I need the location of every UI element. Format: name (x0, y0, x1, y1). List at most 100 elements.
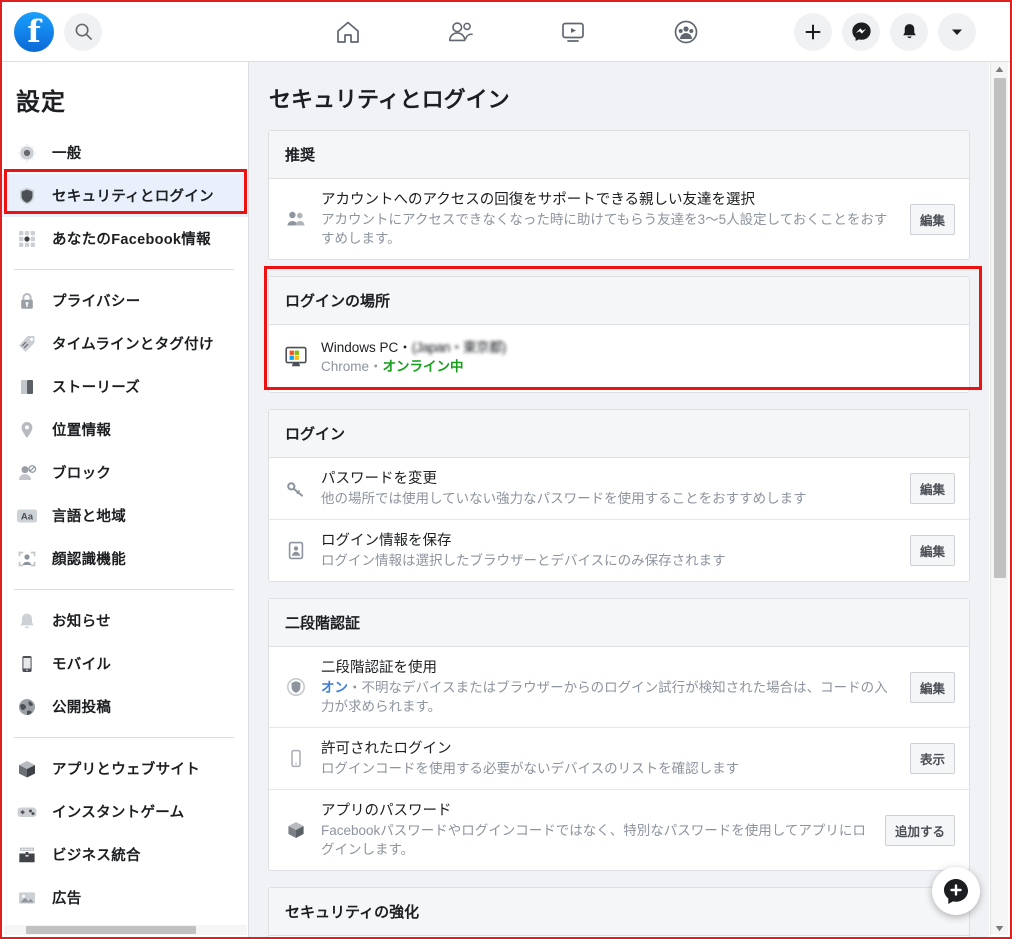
create-plus-icon[interactable] (794, 12, 832, 51)
friends-pair-icon (283, 210, 309, 228)
row-title: アプリのパスワード (321, 803, 452, 819)
settings-sidebar[interactable]: 設定 一般 セキュリティとログイン あなたのFacebook情報 プライバシー … (2, 62, 249, 937)
windows-pc-monitor-icon (283, 346, 309, 368)
messenger-icon[interactable] (842, 12, 880, 51)
edit-button[interactable]: 編集 (909, 535, 955, 566)
shield-circle-icon (283, 677, 309, 697)
book-icon (16, 376, 38, 398)
sidebar-item-business-integrations[interactable]: ビジネス統合 (2, 833, 248, 876)
app-cube-icon (283, 820, 309, 840)
row-trusted-contacts[interactable]: アカウントへのアクセスの回復をサポートできる親しい友達を選択 アカウントにアクセ… (269, 179, 969, 259)
card-header: 推奨 (269, 131, 969, 179)
add-button[interactable]: 追加する (884, 814, 955, 846)
edit-button[interactable]: 編集 (909, 203, 955, 235)
edit-button[interactable]: 編集 (909, 473, 955, 504)
sidebar-item-label: 広告 (52, 891, 82, 907)
sidebar-item-timeline-and-tagging[interactable]: タイムラインとタグ付け (2, 322, 248, 365)
sidebar-item-label: アプリとウェブサイト (52, 762, 200, 778)
row-text: パスワードを変更 他の場所では使用していない強力なパスワードを使用することをおす… (321, 469, 910, 508)
card-header: ログインの場所 (269, 277, 969, 325)
row-change-password[interactable]: パスワードを変更 他の場所では使用していない強力なパスワードを使用することをおす… (269, 458, 969, 520)
row-app-passwords[interactable]: アプリのパスワード Facebookパスワードやログインコードではなく、特別なパ… (269, 790, 969, 870)
sidebar-item-label: プライバシー (52, 294, 141, 310)
sidebar-item-label: 位置情報 (52, 423, 112, 439)
session-device-line: Windows PC・(Japan・東京都) (321, 340, 507, 355)
sidebar-item-label: セキュリティとログイン (52, 189, 214, 205)
row-active-session[interactable]: Windows PC・(Japan・東京都) Chrome・オンライン中 (269, 325, 969, 392)
notifications-bell-icon[interactable] (890, 12, 928, 51)
sidebar-item-general[interactable]: 一般 (2, 131, 248, 174)
home-icon[interactable] (320, 10, 376, 54)
account-chevron-down-icon[interactable] (938, 12, 976, 51)
globe-icon (16, 696, 38, 718)
sidebar-separator (14, 589, 234, 590)
sidebar-item-notifications[interactable]: お知らせ (2, 599, 248, 642)
sidebar-item-instant-games[interactable]: インスタントゲーム (2, 790, 248, 833)
search-icon[interactable] (64, 12, 102, 51)
row-description: アカウントにアクセスできなくなった時に助けてもらう友達を3〜5人設定しておくこと… (321, 212, 888, 246)
settings-main-content: セキュリティとログイン 推奨 アカウントへのアクセスの回復をサポートできる親しい… (249, 62, 989, 937)
key-icon (283, 480, 309, 498)
sidebar-item-label: ストーリーズ (52, 380, 141, 396)
row-save-login-info[interactable]: ログイン情報を保存 ログイン情報は選択したブラウザーとデバイスにのみ保存されます… (269, 520, 969, 581)
card-header: セキュリティの強化 (269, 888, 969, 936)
browser-viewport: f 設定 一般 セキュリティとログイン あなたのFacebook情報 プライバシ… (0, 0, 1012, 939)
sidebar-item-label: タイムラインとタグ付け (52, 337, 214, 353)
row-authorized-logins[interactable]: 許可されたログイン ログインコードを使用する必要がないデバイスのリストを確認しま… (269, 728, 969, 790)
scroll-down-arrow-icon[interactable] (991, 921, 1008, 935)
facebook-top-navbar: f (2, 2, 1010, 62)
sidebar-item-label: あなたのFacebook情報 (52, 232, 211, 248)
sidebar-item-apps-and-websites[interactable]: アプリとウェブサイト (2, 747, 248, 790)
row-text: ログイン情報を保存 ログイン情報は選択したブラウザーとデバイスにのみ保存されます (321, 531, 910, 570)
sidebar-item-ads[interactable]: 広告 (2, 876, 248, 919)
sidebar-scrollbar-thumb[interactable] (26, 926, 196, 934)
view-button[interactable]: 表示 (909, 743, 955, 774)
sidebar-item-stories[interactable]: ストーリーズ (2, 365, 248, 408)
groups-icon[interactable] (658, 10, 714, 54)
sidebar-horizontal-scrollbar[interactable] (4, 925, 247, 935)
main-scrollbar-thumb[interactable] (994, 78, 1006, 578)
row-description: オン・不明なデバイスまたはブラウザーからのログイン試行が検知された場合は、コード… (321, 680, 888, 714)
face-recognition-icon (16, 548, 38, 570)
sidebar-item-face-recognition[interactable]: 顔認識機能 (2, 537, 248, 580)
sidebar-item-label: 顔認識機能 (52, 552, 126, 568)
sidebar-item-privacy[interactable]: プライバシー (2, 279, 248, 322)
row-placeholder (269, 936, 969, 937)
scroll-up-arrow-icon[interactable] (991, 62, 1008, 76)
gamepad-icon (16, 801, 38, 823)
sidebar-item-your-facebook-information[interactable]: あなたのFacebook情報 (2, 217, 248, 260)
row-description-rest: ・不明なデバイスまたはブラウザーからのログイン試行が検知された場合は、コードの入… (321, 680, 888, 714)
row-use-two-factor[interactable]: 二段階認証を使用 オン・不明なデバイスまたはブラウザーからのログイン試行が検知さ… (269, 647, 969, 728)
block-user-icon (16, 462, 38, 484)
sidebar-item-label: お知らせ (52, 614, 111, 630)
row-text: 二段階認証を使用 オン・不明なデバイスまたはブラウザーからのログイン試行が検知さ… (321, 658, 910, 716)
page-title: セキュリティとログイン (249, 62, 989, 130)
card-login: ログイン パスワードを変更 他の場所では使用していない強力なパスワードを使用する… (268, 409, 970, 582)
shield-icon (16, 185, 38, 207)
friends-icon[interactable] (433, 10, 489, 54)
watch-icon[interactable] (545, 10, 601, 54)
sidebar-item-blocking[interactable]: ブロック (2, 451, 248, 494)
sidebar-item-language-and-region[interactable]: Aa 言語と地域 (2, 494, 248, 537)
row-text: 許可されたログイン ログインコードを使用する必要がないデバイスのリストを確認しま… (321, 739, 910, 778)
main-vertical-scrollbar[interactable] (990, 62, 1008, 935)
row-title: アカウントへのアクセスの回復をサポートできる親しい友達を選択 (321, 192, 755, 208)
facebook-logo[interactable]: f (14, 11, 54, 52)
session-dot: ・ (398, 340, 412, 355)
gear-icon (16, 142, 38, 164)
sidebar-separator (14, 737, 234, 738)
sidebar-item-mobile[interactable]: モバイル (2, 642, 248, 685)
new-message-fab[interactable] (932, 867, 980, 915)
row-description: ログイン情報は選択したブラウザーとデバイスにのみ保存されます (321, 553, 726, 568)
save-login-icon (283, 541, 309, 560)
card-header: 二段階認証 (269, 599, 969, 647)
sidebar-item-location[interactable]: 位置情報 (2, 408, 248, 451)
row-title: パスワードを変更 (321, 471, 437, 487)
row-description: ログインコードを使用する必要がないデバイスのリストを確認します (321, 761, 740, 776)
sidebar-item-public-posts[interactable]: 公開投稿 (2, 685, 248, 728)
sidebar-item-security-and-login[interactable]: セキュリティとログイン (2, 174, 248, 217)
edit-button[interactable]: 編集 (909, 671, 955, 703)
row-title: 許可されたログイン (321, 741, 452, 757)
sidebar-item-label: 一般 (52, 146, 82, 162)
row-description: 他の場所では使用していない強力なパスワードを使用することをおすすめします (321, 491, 807, 506)
